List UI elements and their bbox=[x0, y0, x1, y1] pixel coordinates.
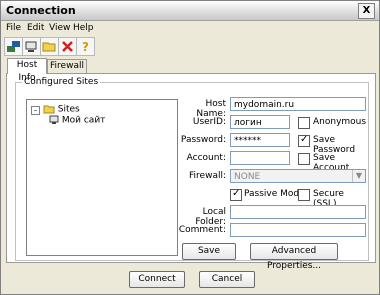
tree-node-label: Sites bbox=[57, 104, 80, 115]
menu-view[interactable]: View bbox=[49, 23, 70, 33]
passive-mode-label: Passive Mode bbox=[244, 189, 305, 199]
local-folder-field[interactable] bbox=[230, 205, 366, 219]
new-site-icon[interactable] bbox=[4, 37, 23, 56]
menu-help[interactable]: Help bbox=[73, 23, 94, 33]
computer-icon bbox=[49, 115, 59, 124]
close-icon[interactable]: X bbox=[358, 3, 375, 19]
tree-node-sites[interactable]: – Sites bbox=[31, 104, 80, 115]
local-folder-label: Local Folder: bbox=[195, 207, 226, 227]
window-title: Connection bbox=[6, 4, 76, 17]
save-button[interactable]: Save bbox=[182, 243, 236, 260]
advanced-properties-button[interactable]: Advanced Properties... bbox=[250, 243, 338, 271]
tab-host-info[interactable]: Host Info bbox=[7, 58, 47, 83]
title-bar: Connection X bbox=[1, 1, 379, 21]
save-password-label: Save Password bbox=[313, 135, 356, 155]
connection-window: Connection X File Edit View Help ? Host … bbox=[0, 0, 380, 295]
save-password-checkbox[interactable] bbox=[298, 134, 310, 147]
tree-node-label: Мой сайт bbox=[61, 115, 106, 126]
host-name-label: Host Name: bbox=[196, 99, 226, 119]
connect-icon[interactable] bbox=[22, 37, 41, 56]
account-label: Account: bbox=[186, 153, 226, 163]
tab-panel: Configured Sites – Sites Мой сайт Host N… bbox=[6, 73, 376, 271]
configured-sites-group: Configured Sites – Sites Мой сайт Host N… bbox=[15, 77, 369, 271]
userid-field[interactable]: логин bbox=[230, 115, 290, 129]
host-name-field[interactable]: mydomain.ru bbox=[230, 97, 366, 111]
account-field[interactable] bbox=[230, 151, 290, 165]
password-field[interactable]: ****** bbox=[230, 133, 290, 147]
save-account-checkbox[interactable] bbox=[298, 153, 310, 165]
anonymous-checkbox[interactable] bbox=[298, 117, 310, 129]
comment-field[interactable] bbox=[230, 223, 366, 237]
collapse-icon[interactable]: – bbox=[31, 105, 40, 115]
tab-firewall[interactable]: Firewall bbox=[47, 59, 87, 74]
tree-node-site[interactable]: Мой сайт bbox=[49, 115, 105, 126]
secure-ssl-checkbox[interactable] bbox=[298, 189, 310, 201]
menu-bar: File Edit View Help bbox=[1, 21, 379, 35]
passive-mode-checkbox[interactable] bbox=[230, 188, 242, 201]
userid-label: UserID: bbox=[192, 117, 226, 127]
menu-edit[interactable]: Edit bbox=[27, 23, 44, 33]
sites-tree[interactable]: – Sites Мой сайт bbox=[26, 99, 178, 256]
anonymous-label: Anonymous bbox=[313, 117, 367, 127]
folder-icon bbox=[43, 105, 55, 114]
firewall-select[interactable]: NONE ▼ bbox=[230, 169, 366, 183]
connect-button[interactable]: Connect bbox=[129, 271, 185, 288]
firewall-label: Firewall: bbox=[189, 171, 226, 181]
menu-file[interactable]: File bbox=[6, 23, 21, 33]
svg-text:?: ? bbox=[82, 40, 89, 54]
firewall-value: NONE bbox=[234, 172, 261, 182]
help-icon[interactable]: ? bbox=[76, 37, 95, 56]
folder-icon[interactable] bbox=[40, 37, 59, 56]
cancel-button[interactable]: Cancel bbox=[199, 271, 255, 288]
chevron-down-icon[interactable]: ▼ bbox=[352, 170, 365, 182]
delete-icon[interactable] bbox=[58, 37, 77, 56]
comment-label: Comment: bbox=[178, 225, 226, 235]
password-label: Password: bbox=[180, 135, 226, 145]
